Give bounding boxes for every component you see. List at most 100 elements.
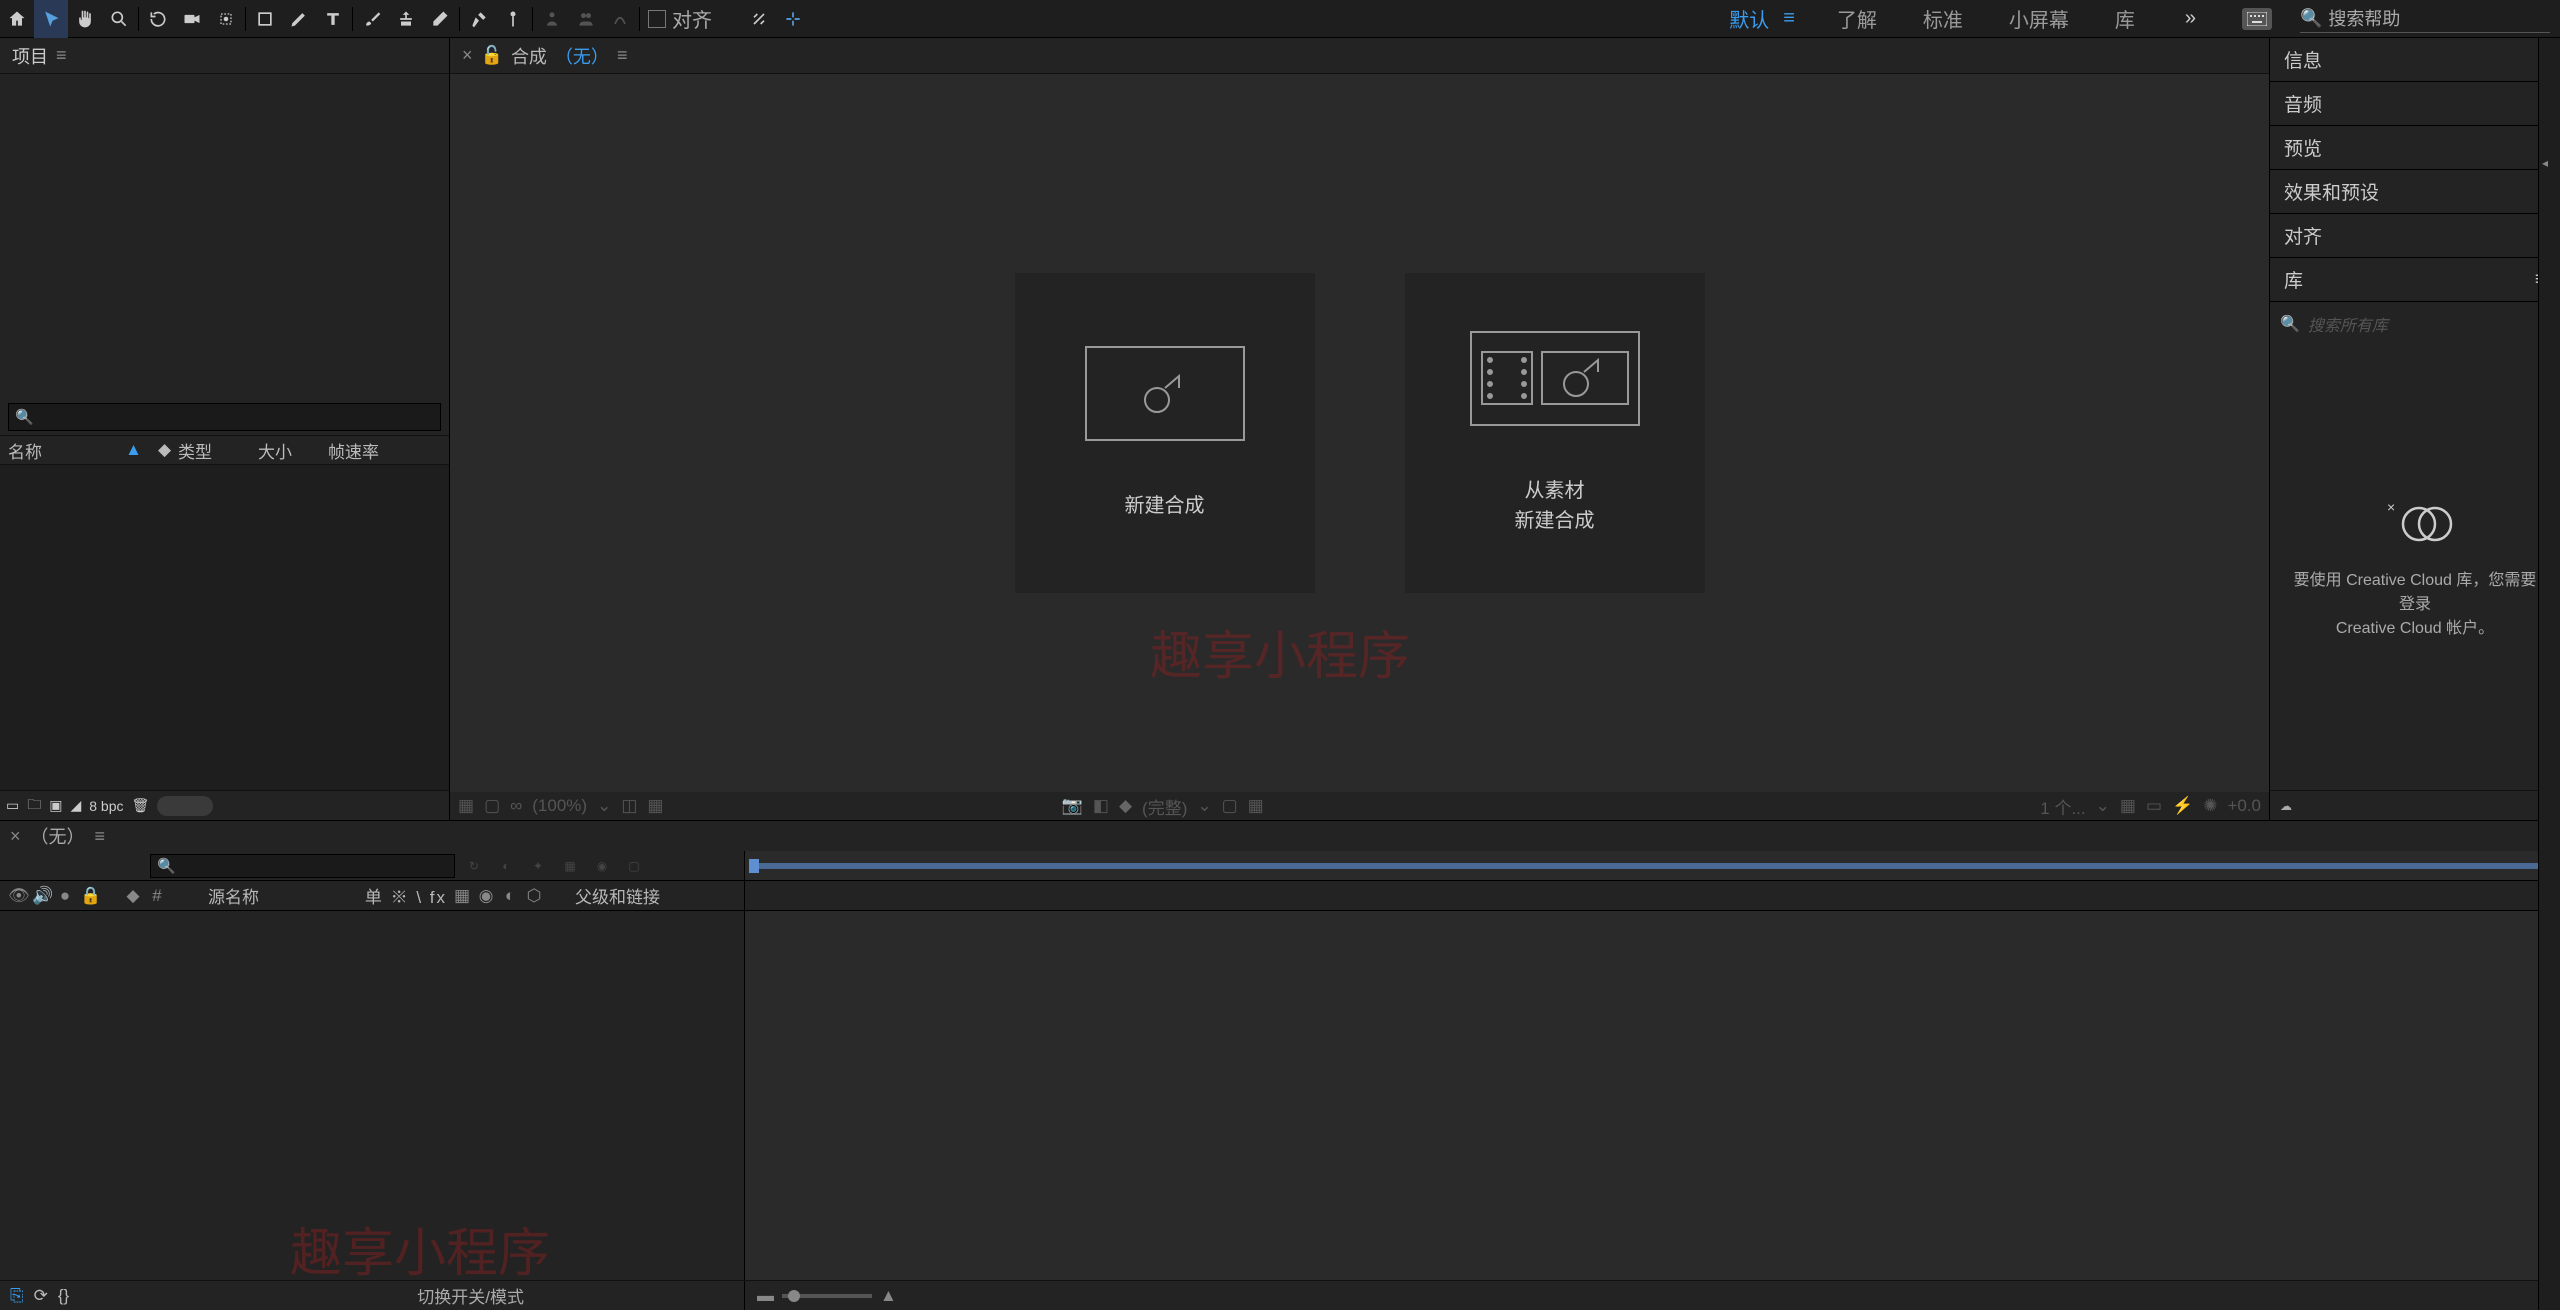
chevron-down-icon[interactable]: ⌄ — [2096, 796, 2110, 816]
timeline-search[interactable]: 🔍 — [150, 854, 455, 878]
channel-icon[interactable]: ◧ — [1093, 796, 1109, 816]
timeline-ruler[interactable] — [745, 851, 2560, 880]
exposure-value[interactable]: +0.0 — [2227, 796, 2261, 816]
panel-audio[interactable]: 音频 — [2270, 82, 2560, 126]
tl-footer-icon-3[interactable]: {} — [58, 1286, 69, 1306]
panel-effects[interactable]: 效果和预设 — [2270, 170, 2560, 214]
solo-column-icon[interactable]: ● — [56, 886, 74, 906]
new-composition-from-footage-button[interactable]: 从素材 新建合成 — [1405, 273, 1705, 593]
new-comp-icon[interactable]: ▣ — [49, 797, 62, 814]
source-name-column[interactable]: 源名称 — [208, 883, 259, 908]
tl-tool-5-icon[interactable]: ◉ — [589, 859, 615, 873]
toggle-chain-icon[interactable]: ∞ — [510, 796, 522, 816]
sw-icon[interactable]: ⬡ — [525, 886, 543, 906]
num-column[interactable]: # — [148, 886, 166, 906]
tl-footer-icon-1[interactable]: ⎘ — [10, 1286, 24, 1306]
timeline-tab-none[interactable]: （无） — [31, 823, 85, 849]
close-tab-icon[interactable]: × — [462, 45, 473, 66]
color-icon[interactable]: ◆ — [1119, 796, 1132, 816]
rectangle-tool-icon[interactable] — [248, 0, 282, 38]
tl-tool-4-icon[interactable]: ▦ — [557, 859, 583, 873]
panel-menu-icon[interactable]: ≡ — [56, 45, 67, 66]
lock-icon[interactable]: 🔓 — [481, 45, 503, 66]
camera-tool-icon[interactable] — [175, 0, 209, 38]
type-tool-icon[interactable] — [316, 0, 350, 38]
col-fps[interactable]: 帧速率 — [320, 438, 387, 463]
footer-toggle[interactable] — [157, 796, 213, 816]
fast-preview-icon[interactable]: ⚡ — [2172, 796, 2193, 816]
parent-column[interactable]: 父级和链接 — [575, 883, 660, 908]
panel-preview[interactable]: 预览 — [2270, 126, 2560, 170]
sw-icon[interactable]: ◐ — [501, 886, 519, 906]
region-icon[interactable]: ▢ — [1222, 796, 1238, 816]
tl-tool-6-icon[interactable]: ▢ — [621, 859, 647, 873]
tl-tool-3-icon[interactable]: ✦ — [525, 859, 551, 873]
sw-icon[interactable]: ▦ — [453, 886, 471, 906]
view-layout-icon[interactable]: ▦ — [2120, 796, 2136, 816]
workspace-tab-small[interactable]: 小屏幕 — [2005, 4, 2073, 33]
clone-stamp-tool-icon[interactable] — [389, 0, 423, 38]
trash-icon[interactable]: 🗑 — [132, 797, 150, 814]
tl-footer-icon-2[interactable]: ⟳ — [34, 1286, 48, 1306]
resolution-dropdown[interactable]: (完整) — [1142, 794, 1187, 819]
workspace-tab-standard[interactable]: 标准 — [1919, 4, 1967, 33]
snap-toggle-icon[interactable] — [776, 0, 810, 38]
workspace-overflow-icon[interactable]: » — [2185, 7, 2196, 30]
panel-info[interactable]: 信息 — [2270, 38, 2560, 82]
interpret-footage-icon[interactable]: ▭ — [6, 797, 19, 814]
chevron-down-icon[interactable]: ⌄ — [1197, 796, 1211, 816]
workspace-menu-icon[interactable]: ≡ — [1783, 7, 1795, 30]
brush-tool-icon[interactable] — [355, 0, 389, 38]
snapshot-icon[interactable]: 📷 — [1062, 796, 1083, 816]
panel-menu-icon[interactable]: ≡ — [617, 45, 628, 66]
zoom-out-icon[interactable]: ▬ — [757, 1286, 774, 1306]
col-label-icon[interactable]: ◆ — [150, 440, 170, 460]
tl-tool-1-icon[interactable]: ↻ — [461, 859, 487, 873]
toggle-alpha-icon[interactable]: ▦ — [458, 796, 474, 816]
project-search[interactable]: 🔍 — [8, 403, 441, 431]
workspace-tab-default[interactable]: 默认 — [1725, 4, 1773, 33]
comp-tab-label[interactable]: 合成 — [511, 43, 547, 69]
pixel-aspect-icon[interactable]: ▭ — [2146, 796, 2162, 816]
keyboard-icon[interactable] — [2242, 8, 2272, 30]
timeline-zoom[interactable]: ▬ ▲ — [745, 1286, 2560, 1306]
eraser-tool-icon[interactable] — [423, 0, 457, 38]
cloud-sync-icon[interactable]: ☁ — [2280, 799, 2292, 813]
transparency-icon[interactable]: ▦ — [1248, 796, 1264, 816]
snapping-icon[interactable] — [742, 0, 776, 38]
close-tab-icon[interactable]: × — [10, 826, 21, 847]
align-checkbox[interactable]: 对齐 — [648, 4, 712, 33]
timeline-layers[interactable]: 趣享小程序 — [0, 911, 745, 1280]
lock-column-icon[interactable]: 🔒 — [80, 886, 98, 906]
zoom-in-icon[interactable]: ▲ — [880, 1286, 897, 1306]
expand-icon[interactable]: ◂ — [2542, 156, 2548, 170]
panel-library[interactable]: 库≡ — [2270, 258, 2560, 302]
new-composition-button[interactable]: 新建合成 — [1015, 273, 1315, 593]
library-search[interactable]: 🔍 搜索所有库 — [2280, 308, 2550, 340]
help-search[interactable]: 🔍 搜索帮助 — [2300, 5, 2550, 33]
workspace-tab-learn[interactable]: 了解 — [1833, 4, 1881, 33]
hand-tool-icon[interactable] — [68, 0, 102, 38]
switches-column[interactable]: 单 ※ \ fx — [365, 883, 447, 908]
zoom-level[interactable]: (100%) — [532, 796, 587, 816]
audio-column-icon[interactable]: 🔊 — [32, 886, 50, 906]
selection-tool-icon[interactable] — [34, 0, 68, 38]
toggle-mask-icon[interactable]: ▢ — [484, 796, 500, 816]
tl-tool-2-icon[interactable]: ◐ — [493, 859, 519, 873]
zoom-tool-icon[interactable] — [102, 0, 136, 38]
panel-menu-icon[interactable]: ≡ — [95, 826, 106, 847]
new-folder-icon[interactable]: 🗀 — [27, 794, 41, 818]
timeline-tracks[interactable] — [745, 911, 2560, 1280]
rotate-tool-icon[interactable] — [141, 0, 175, 38]
resolution-icon[interactable]: ◫ — [621, 796, 637, 816]
grid-icon[interactable]: ▦ — [647, 796, 663, 816]
col-size[interactable]: 大小 — [250, 438, 320, 463]
chevron-down-icon[interactable]: ⌄ — [597, 796, 611, 816]
sw-icon[interactable]: ◉ — [477, 886, 495, 906]
eye-column-icon[interactable]: 👁 — [8, 886, 26, 906]
roto-brush-tool-icon[interactable] — [462, 0, 496, 38]
toggle-switches-modes[interactable]: 切换开关/模式 — [417, 1283, 524, 1308]
pan-behind-tool-icon[interactable] — [209, 0, 243, 38]
bpc-label[interactable]: 8 bpc — [89, 798, 123, 814]
exposure-icon[interactable]: ✺ — [2203, 796, 2217, 816]
